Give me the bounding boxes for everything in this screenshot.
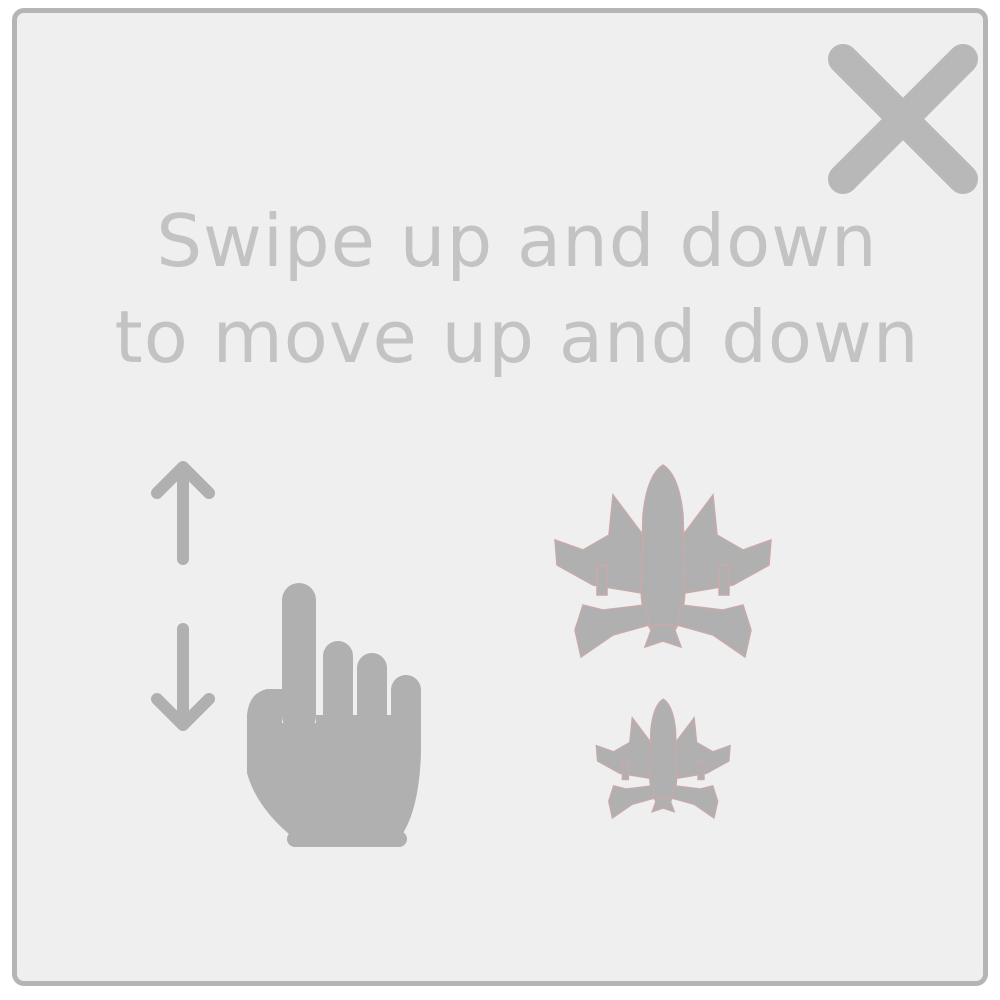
arrow-down-icon xyxy=(151,623,215,731)
close-icon[interactable] xyxy=(825,41,981,197)
arrow-up-icon xyxy=(151,461,215,565)
instruction-line-1: Swipe up and down xyxy=(156,199,878,283)
pointing-hand-icon xyxy=(247,583,421,847)
spaceship-large-icon xyxy=(554,464,772,658)
spaceship-small-icon xyxy=(595,698,731,819)
swipe-gesture-illustration xyxy=(147,453,467,863)
instruction-line-2: to move up and down xyxy=(114,295,920,379)
instruction-text: Swipe up and down to move up and down xyxy=(77,193,957,385)
spaceships-illustration xyxy=(537,453,797,843)
tutorial-dialog: Swipe up and down to move up and down xyxy=(12,8,988,986)
close-button[interactable] xyxy=(825,41,981,197)
